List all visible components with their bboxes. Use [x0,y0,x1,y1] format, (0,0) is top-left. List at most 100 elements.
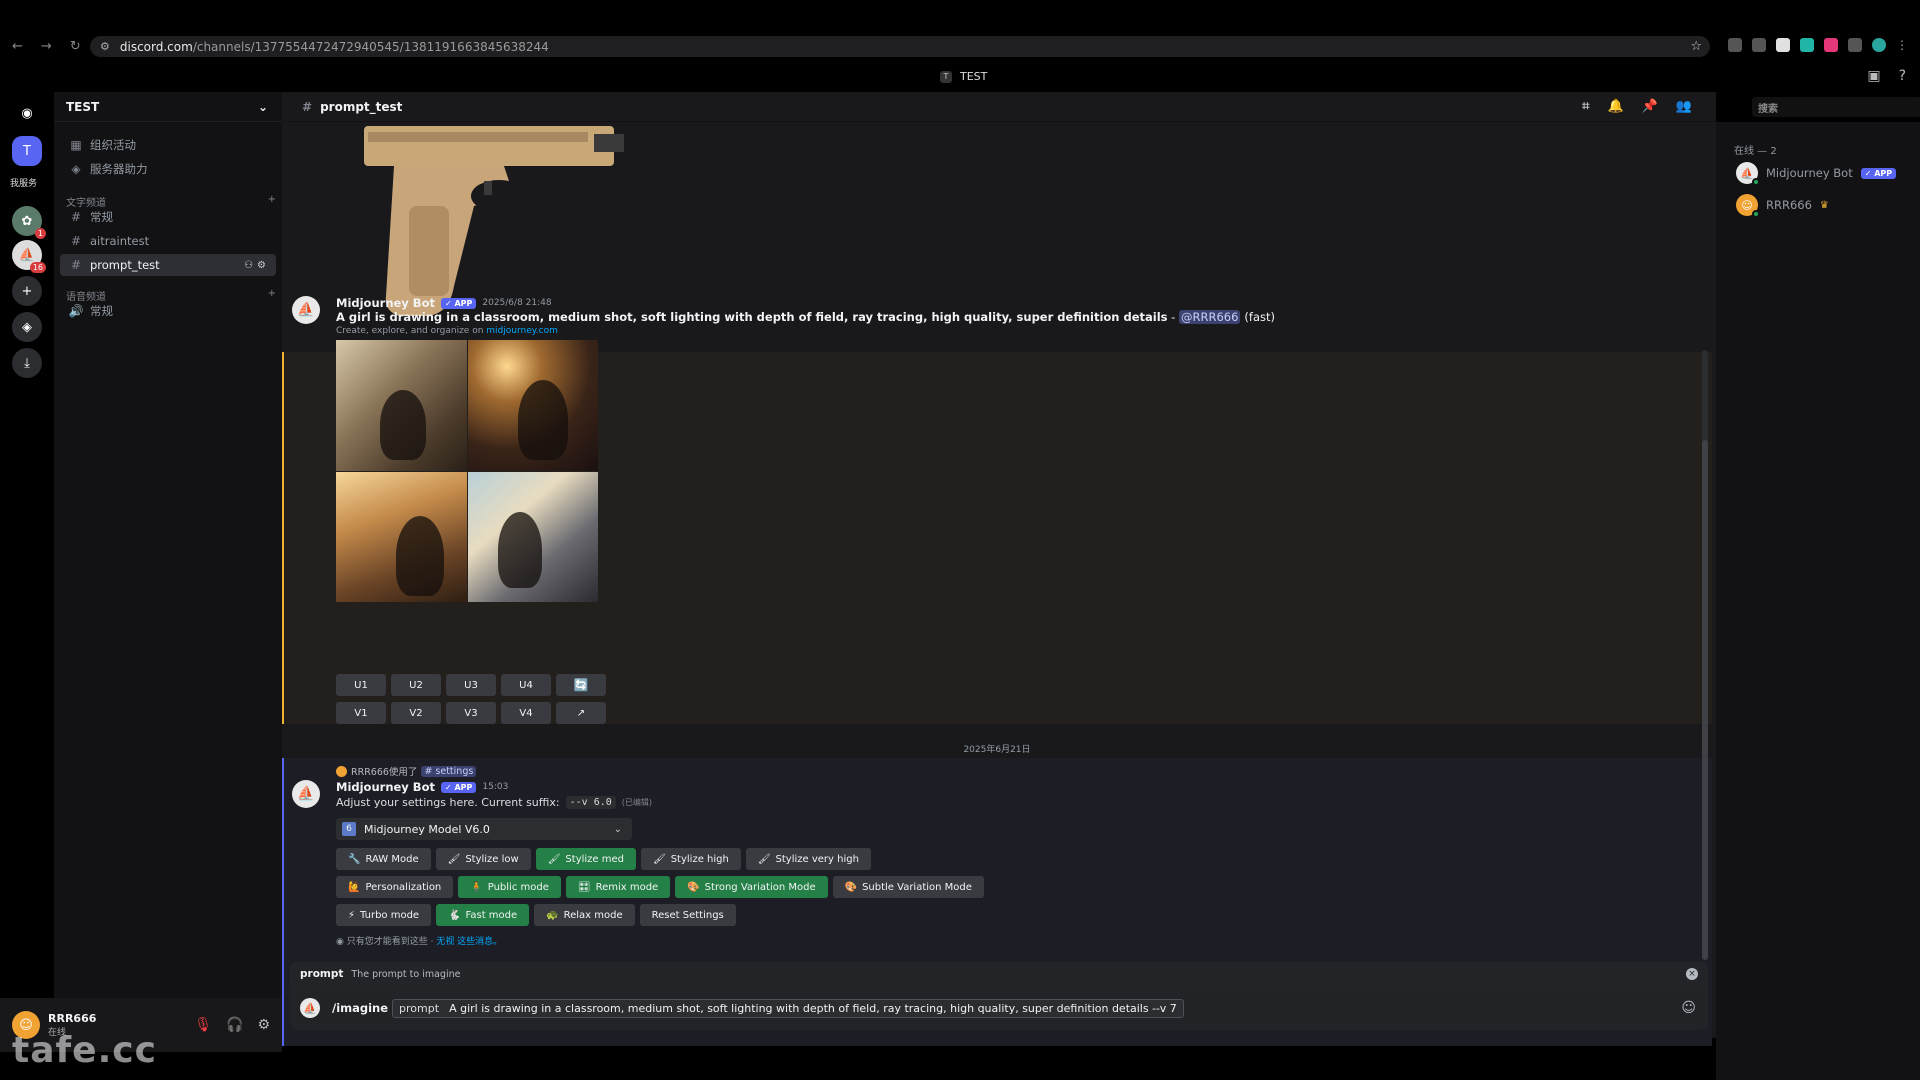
message-composer[interactable]: ⛵ /imagine prompt A girl is drawing in a… [290,986,1708,1030]
message-subtext: Create, explore, and organize on midjour… [336,326,558,336]
stylize-med-button[interactable]: 🖌 Stylize med [535,848,636,870]
mic-muted-icon[interactable]: 🎙 [194,1017,212,1033]
boost-icon: ◈ [71,162,81,176]
channel-settings-gear-icon[interactable]: ⚇⚙ [244,260,270,271]
member-item[interactable]: ⛵ Midjourney Bot ✓ APP [1736,162,1897,186]
stylize-low-button[interactable]: 🖌 Stylize low [435,848,531,870]
inbox-icon[interactable]: ▣ [1867,68,1880,84]
strong-variation-mode-button[interactable]: 🎨 Strong Variation Mode [675,876,828,898]
subtle-variation-mode-button[interactable]: 🎨 Subtle Variation Mode [832,876,984,898]
server-avatar[interactable]: ✿ 1 [12,206,46,239]
site-info-icon[interactable]: ⚙ [100,40,110,53]
hash-icon: # [302,99,313,114]
sidebar-item-events[interactable]: ▦ 组织活动 [60,134,276,156]
turbo-mode-button[interactable]: ⚡ Turbo mode [336,904,432,926]
grid-image-1[interactable] [336,340,467,471]
unread-badge: 1 [34,228,46,239]
emoji-icon[interactable]: ☺ [1681,1000,1696,1016]
image-grid[interactable] [336,340,598,602]
channel-prompt-test[interactable]: # prompt_test ⚇⚙ [60,254,276,276]
back-icon[interactable]: ← [12,39,23,54]
variation-1-button[interactable]: V1 [336,702,386,724]
variation-4-button[interactable]: V4 [501,702,551,724]
prompt-param-input[interactable]: prompt A girl is drawing in a classroom,… [392,998,1184,1018]
bot-avatar: ⛵ [300,998,320,1018]
public-mode-button[interactable]: 🧍 Public mode [458,876,561,898]
midjourney-link[interactable]: midjourney.com [486,326,558,336]
upscale-1-button[interactable]: U1 [336,674,386,696]
reset-settings-button[interactable]: Reset Settings [639,904,736,926]
gear-icon[interactable]: ⚙ [257,1017,270,1033]
extension-icon[interactable] [1800,38,1814,52]
scrollbar[interactable] [1702,350,1708,960]
open-external-icon[interactable]: ↗ [556,702,606,724]
channel-general[interactable]: # 常规 [60,206,276,228]
model-select[interactable]: 6 Midjourney Model V6.0 ⌄ [336,818,632,840]
fast-mode-button[interactable]: 🐇 Fast mode [436,904,530,926]
variation-2-button[interactable]: V2 [391,702,441,724]
discord-home-icon[interactable]: ◉ [12,98,42,128]
discover-icon[interactable]: ◈ [12,312,42,342]
upscale-3-button[interactable]: U3 [446,674,496,696]
speed-tag: (fast) [1244,310,1275,324]
midjourney-server[interactable]: ⛵ 16 [12,240,46,273]
channel-title: prompt_test [320,99,403,114]
channel-aitraintest[interactable]: # aitraintest [60,230,276,252]
message-author[interactable]: Midjourney Bot [336,780,435,794]
stylize-high-button[interactable]: 🖌 Stylize high [641,848,741,870]
raw-mode-button[interactable]: 🔧 RAW Mode [336,848,431,870]
extension-icon[interactable] [1824,38,1838,52]
browser-tab-strip [0,0,1920,35]
extensions-puzzle-icon[interactable] [1848,38,1862,52]
message-author[interactable]: Midjourney Bot [336,296,435,310]
chat-area: # prompt_test ⌗ 🔔 📌 👥 搜索 ⛵ Midjourney Bo… [282,92,1920,1046]
bot-avatar[interactable]: ⛵ [292,780,320,808]
grid-image-2[interactable] [467,340,598,471]
help-icon[interactable]: ? [1899,68,1906,84]
eye-icon: ◉ [336,937,347,947]
voice-channel-general[interactable]: 🔊 常规 [60,300,276,322]
bell-icon[interactable]: 🔔 [1607,99,1623,114]
server-rail: ◉ T 我服务 ✿ 1 ⛵ 16 + ◈ ⤓ [0,92,54,1080]
guild-header[interactable]: TEST ⌄ [54,92,282,122]
server-test[interactable]: T [12,136,42,166]
relax-mode-button[interactable]: 🐢 Relax mode [534,904,635,926]
reload-icon[interactable]: ↻ [70,39,81,54]
profile-avatar[interactable] [1872,38,1886,52]
member-item[interactable]: ☺ RRR666 ♛ [1736,194,1829,218]
upscale-4-button[interactable]: U4 [501,674,551,696]
extension-icon[interactable] [1728,38,1742,52]
address-bar[interactable]: ⚙ discord.com/channels/13775544724729405… [90,36,1710,57]
scrollbar-thumb[interactable] [1702,440,1708,960]
command-option-hint: prompt The prompt to imagine × [290,962,1708,986]
bot-avatar[interactable]: ⛵ [292,296,320,324]
add-server-icon[interactable]: + [12,276,42,306]
stylize-very-high-button[interactable]: 🖌 Stylize very high [745,848,871,870]
user-mention[interactable]: @RRR666 [1178,310,1241,324]
download-icon[interactable]: ⤓ [12,348,42,378]
speaker-icon: 🔊 [68,304,84,318]
extension-icon[interactable] [1752,38,1766,52]
sidebar-item-boost[interactable]: ◈ 服务器助力 [60,158,276,180]
remix-mode-button[interactable]: 🎛 Remix mode [565,876,671,898]
dismiss-link[interactable]: 无视 这些消息。 [436,937,502,947]
reroll-icon[interactable]: 🔄 [556,674,606,696]
upscale-2-button[interactable]: U2 [391,674,441,696]
bookmark-star-icon[interactable]: ☆ [1690,39,1702,54]
grid-image-4[interactable] [467,471,598,602]
headphones-icon[interactable]: 🎧 [226,1017,243,1033]
message-timestamp: 15:03 [482,782,509,792]
threads-icon[interactable]: ⌗ [1582,99,1589,114]
members-icon[interactable]: 👥 [1676,99,1692,114]
pin-icon[interactable]: 📌 [1642,99,1658,114]
guild-icon: T [940,70,952,83]
close-icon[interactable]: × [1686,968,1698,980]
forward-icon[interactable]: → [41,39,52,54]
variation-3-button[interactable]: V3 [446,702,496,724]
personalization-button[interactable]: 🙋 Personalization [336,876,454,898]
search-input[interactable]: 搜索 [1752,97,1920,117]
extension-icon[interactable] [1776,38,1790,52]
settings-command[interactable]: # settings [421,765,477,777]
menu-dots-icon[interactable]: ⋮ [1896,38,1908,52]
grid-image-3[interactable] [336,471,467,602]
